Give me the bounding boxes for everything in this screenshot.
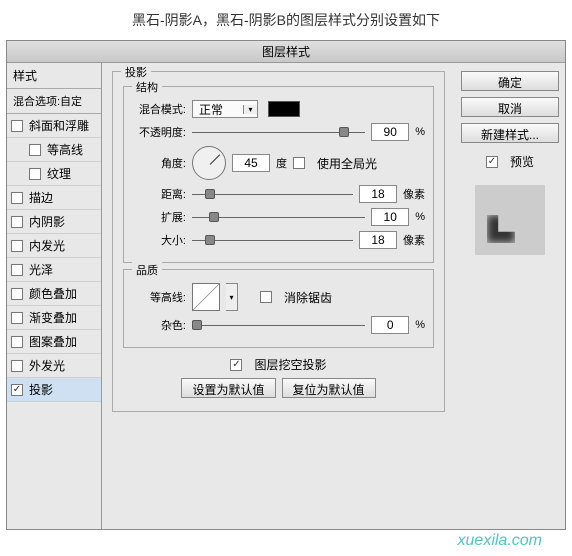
antialias-label: 消除锯齿 xyxy=(284,289,332,306)
opacity-label: 不透明度: xyxy=(132,124,186,140)
sidebar-item-5[interactable]: 内发光 xyxy=(7,234,101,258)
spread-label: 扩展: xyxy=(132,209,186,225)
size-label: 大小: xyxy=(132,232,186,248)
sidebar-header: 样式 xyxy=(7,63,101,89)
sidebar-item-label: 内发光 xyxy=(29,237,65,254)
angle-label: 角度: xyxy=(132,155,186,171)
contour-picker[interactable] xyxy=(192,283,220,311)
new-style-button[interactable]: 新建样式... xyxy=(461,123,559,143)
sidebar-item-10[interactable]: 外发光 xyxy=(7,354,101,378)
distance-input[interactable]: 18 xyxy=(359,185,397,203)
style-checkbox[interactable] xyxy=(29,168,41,180)
distance-slider[interactable] xyxy=(192,187,353,201)
style-checkbox[interactable] xyxy=(29,144,41,156)
sidebar-item-7[interactable]: 颜色叠加 xyxy=(7,282,101,306)
shadow-color-swatch[interactable] xyxy=(268,101,300,117)
sidebar-item-8[interactable]: 渐变叠加 xyxy=(7,306,101,330)
knockout-checkbox[interactable]: ✓ xyxy=(230,359,242,371)
reset-default-button[interactable]: 复位为默认值 xyxy=(282,378,376,398)
sidebar-item-11[interactable]: ✓ 投影 xyxy=(7,378,101,402)
sidebar-item-label: 等高线 xyxy=(47,141,83,158)
style-checkbox[interactable] xyxy=(11,288,23,300)
spread-slider[interactable] xyxy=(192,210,365,224)
preview-checkbox[interactable]: ✓ xyxy=(486,156,498,168)
sidebar-item-1[interactable]: 等高线 xyxy=(7,138,101,162)
contour-label: 等高线: xyxy=(132,289,186,305)
blend-options-link[interactable]: 混合选项:自定 xyxy=(7,89,101,114)
sidebar-item-label: 描边 xyxy=(29,189,53,206)
watermark: xuexila.com xyxy=(458,532,542,550)
noise-label: 杂色: xyxy=(132,317,186,333)
dialog-buttons: 确定 取消 新建样式... ✓ 预览 xyxy=(455,63,565,529)
global-light-checkbox[interactable] xyxy=(293,157,305,169)
style-checkbox[interactable]: ✓ xyxy=(11,384,23,396)
sidebar-item-label: 光泽 xyxy=(29,261,53,278)
sidebar-item-0[interactable]: 斜面和浮雕 xyxy=(7,114,101,138)
style-checkbox[interactable] xyxy=(11,336,23,348)
sidebar-item-6[interactable]: 光泽 xyxy=(7,258,101,282)
angle-dial[interactable] xyxy=(192,146,226,180)
style-checkbox[interactable] xyxy=(11,312,23,324)
spread-unit: % xyxy=(415,211,425,223)
style-checkbox[interactable] xyxy=(11,120,23,132)
layer-style-dialog: 图层样式 样式 混合选项:自定 斜面和浮雕等高线纹理描边内阴影内发光光泽颜色叠加… xyxy=(6,40,566,530)
structure-legend: 结构 xyxy=(132,79,162,95)
cancel-button[interactable]: 取消 xyxy=(461,97,559,117)
angle-input[interactable]: 45 xyxy=(232,154,270,172)
styles-sidebar: 样式 混合选项:自定 斜面和浮雕等高线纹理描边内阴影内发光光泽颜色叠加渐变叠加图… xyxy=(7,63,102,529)
style-checkbox[interactable] xyxy=(11,240,23,252)
knockout-label: 图层挖空投影 xyxy=(254,356,326,373)
noise-slider[interactable] xyxy=(192,318,365,332)
sidebar-item-label: 渐变叠加 xyxy=(29,309,77,326)
size-input[interactable]: 18 xyxy=(359,231,397,249)
antialias-checkbox[interactable] xyxy=(260,291,272,303)
style-checkbox[interactable] xyxy=(11,216,23,228)
caption-text: 黑石-阴影A，黑石-阴影B的图层样式分别设置如下 xyxy=(0,0,572,40)
distance-unit: 像素 xyxy=(403,186,425,202)
chevron-down-icon: ▾ xyxy=(243,105,257,114)
sidebar-item-label: 投影 xyxy=(29,381,53,398)
sidebar-item-label: 颜色叠加 xyxy=(29,285,77,302)
noise-input[interactable]: 0 xyxy=(371,316,409,334)
style-checkbox[interactable] xyxy=(11,264,23,276)
sidebar-item-4[interactable]: 内阴影 xyxy=(7,210,101,234)
make-default-button[interactable]: 设置为默认值 xyxy=(181,378,275,398)
sidebar-item-label: 图案叠加 xyxy=(29,333,77,350)
size-slider[interactable] xyxy=(192,233,353,247)
distance-label: 距离: xyxy=(132,186,186,202)
angle-unit: 度 xyxy=(276,155,287,171)
sidebar-item-label: 斜面和浮雕 xyxy=(29,117,89,134)
style-checkbox[interactable] xyxy=(11,360,23,372)
ok-button[interactable]: 确定 xyxy=(461,71,559,91)
settings-panel: 投影 结构 混合模式: 正常▾ 不透明度: 90 % xyxy=(102,63,455,529)
sidebar-item-2[interactable]: 纹理 xyxy=(7,162,101,186)
blendmode-dropdown[interactable]: 正常▾ xyxy=(192,100,258,118)
sidebar-item-label: 纹理 xyxy=(47,165,71,182)
size-unit: 像素 xyxy=(403,232,425,248)
contour-dropdown-icon[interactable]: ▾ xyxy=(226,283,238,311)
dialog-title: 图层样式 xyxy=(7,41,565,63)
global-light-label: 使用全局光 xyxy=(317,155,377,172)
panel-title: 投影 xyxy=(121,64,151,80)
style-checkbox[interactable] xyxy=(11,192,23,204)
opacity-input[interactable]: 90 xyxy=(371,123,409,141)
blendmode-label: 混合模式: xyxy=(132,101,186,117)
preview-thumbnail xyxy=(475,185,545,255)
sidebar-item-label: 内阴影 xyxy=(29,213,65,230)
sidebar-item-9[interactable]: 图案叠加 xyxy=(7,330,101,354)
sidebar-item-3[interactable]: 描边 xyxy=(7,186,101,210)
opacity-slider[interactable] xyxy=(192,125,365,139)
noise-unit: % xyxy=(415,319,425,331)
sidebar-item-label: 外发光 xyxy=(29,357,65,374)
opacity-unit: % xyxy=(415,126,425,138)
spread-input[interactable]: 10 xyxy=(371,208,409,226)
quality-legend: 品质 xyxy=(132,262,162,278)
preview-label: 预览 xyxy=(510,153,534,170)
